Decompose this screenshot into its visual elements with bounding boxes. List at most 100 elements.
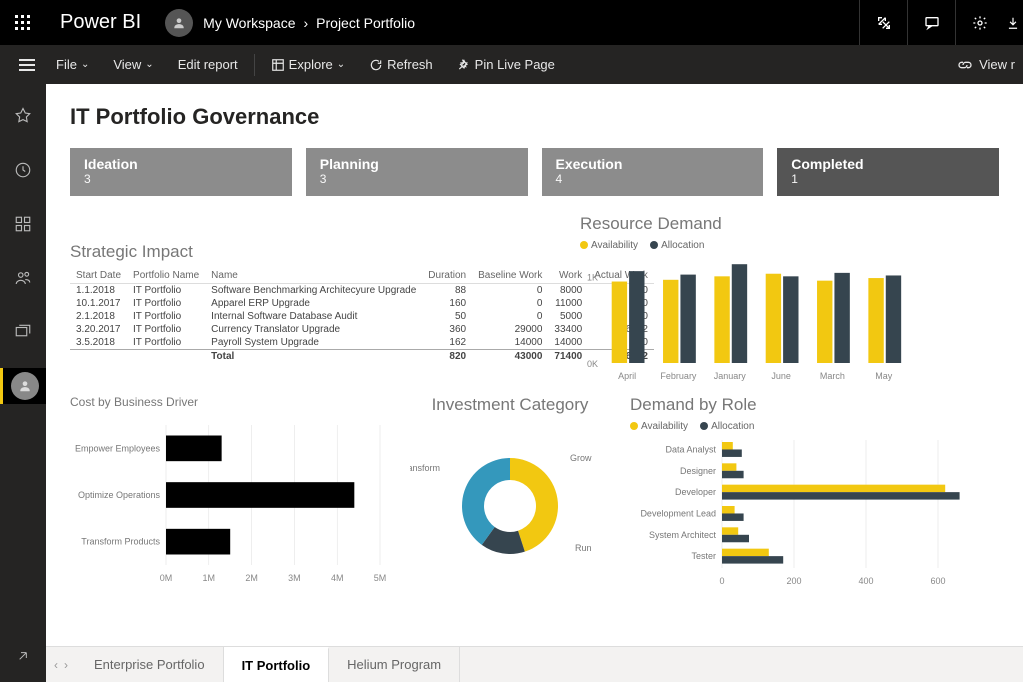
rail-workspaces[interactable]	[0, 314, 46, 350]
clock-icon	[14, 161, 32, 179]
svg-text:3M: 3M	[288, 573, 301, 583]
card-ideation[interactable]: Ideation3	[70, 148, 292, 196]
tab-helium-program[interactable]: Helium Program	[329, 647, 460, 682]
table-row[interactable]: 3.5.2018IT PortfolioPayroll System Upgra…	[70, 336, 654, 350]
kpi-cards-row: Ideation3 Planning3 Execution4 Completed…	[70, 148, 999, 196]
edit-report-button[interactable]: Edit report	[168, 45, 248, 84]
demand-role-legend: Availability Allocation	[630, 421, 999, 432]
apps-icon	[14, 215, 32, 233]
svg-text:Grow: Grow	[570, 453, 592, 463]
svg-text:0: 0	[719, 576, 724, 586]
svg-text:February: February	[660, 371, 697, 381]
page-title: IT Portfolio Governance	[70, 104, 999, 130]
fullscreen-button[interactable]	[859, 0, 907, 45]
table-row[interactable]: 10.1.2017IT PortfolioApparel ERP Upgrade…	[70, 297, 654, 310]
breadcrumb-workspace[interactable]: My Workspace	[203, 15, 295, 31]
file-menu[interactable]: File⌄	[46, 45, 99, 84]
svg-text:400: 400	[858, 576, 873, 586]
nav-toggle-button[interactable]	[12, 59, 42, 71]
chevron-down-icon: ⌄	[145, 59, 153, 70]
svg-text:Transform: Transform	[410, 463, 440, 473]
people-icon	[14, 269, 32, 287]
svg-text:January: January	[714, 371, 747, 381]
svg-text:May: May	[875, 371, 893, 381]
hamburger-icon	[19, 59, 35, 71]
tab-enterprise-portfolio[interactable]: Enterprise Portfolio	[76, 647, 224, 682]
svg-text:Data Analyst: Data Analyst	[665, 444, 716, 454]
download-icon	[1006, 16, 1020, 30]
chevron-right-icon: ›	[303, 15, 308, 31]
brand-label: Power BI	[60, 11, 141, 34]
rail-getdata[interactable]	[0, 638, 46, 674]
investment-panel: Investment Category TransformGrowRun	[410, 395, 610, 586]
svg-text:1K: 1K	[587, 272, 598, 282]
explore-menu[interactable]: Explore⌄	[261, 45, 355, 84]
svg-text:2M: 2M	[245, 573, 258, 583]
svg-text:March: March	[820, 371, 845, 381]
waffle-icon	[15, 15, 31, 31]
cost-bd-panel: Cost by Business Driver 0M1M2M3M4M5MEmpo…	[70, 395, 390, 586]
svg-text:System Architect: System Architect	[649, 530, 717, 540]
settings-button[interactable]	[955, 0, 1003, 45]
chevron-down-icon: ⌄	[337, 59, 345, 70]
resource-demand-panel: Resource Demand Availability Allocation …	[580, 214, 999, 385]
workspace-avatar[interactable]	[165, 9, 193, 37]
svg-text:Tester: Tester	[691, 551, 716, 561]
refresh-button[interactable]: Refresh	[359, 45, 443, 84]
svg-text:Transform Products: Transform Products	[81, 537, 160, 547]
rail-shared[interactable]	[0, 260, 46, 296]
star-icon	[14, 107, 32, 125]
table-row[interactable]: 3.20.2017IT PortfolioCurrency Translator…	[70, 323, 654, 336]
person-icon	[172, 16, 186, 30]
rail-favorites[interactable]	[0, 98, 46, 134]
gear-icon	[972, 15, 988, 31]
card-execution[interactable]: Execution4	[542, 148, 764, 196]
tab-nav-arrows[interactable]: ‹›	[46, 647, 76, 682]
tab-it-portfolio[interactable]: IT Portfolio	[224, 647, 330, 682]
table-total-row: Total82043000714006012	[70, 350, 654, 364]
app-launcher-button[interactable]	[0, 0, 46, 45]
svg-text:Run: Run	[575, 543, 592, 553]
view-menu[interactable]: View⌄	[103, 45, 163, 84]
separator	[254, 54, 255, 76]
table-icon	[271, 58, 285, 72]
pin-icon	[457, 58, 471, 72]
stack-icon	[14, 323, 32, 341]
rail-recent[interactable]	[0, 152, 46, 188]
table-row[interactable]: 2.1.2018IT PortfolioInternal Software Da…	[70, 310, 654, 323]
download-button[interactable]	[1003, 0, 1023, 45]
refresh-icon	[369, 58, 383, 72]
resource-demand-chart[interactable]: 0K1KAprilFebruaryJanuaryJuneMarchMay	[580, 255, 920, 385]
breadcrumb-report[interactable]: Project Portfolio	[316, 15, 415, 31]
investment-chart[interactable]: Transform Grow Run	[410, 421, 610, 581]
view-related-button[interactable]: View r	[979, 57, 1015, 72]
chevron-right-icon: ›	[64, 658, 68, 672]
card-completed[interactable]: Completed1	[777, 148, 999, 196]
resource-demand-title: Resource Demand	[580, 214, 999, 234]
svg-text:June: June	[771, 371, 791, 381]
svg-text:Development Lead: Development Lead	[640, 508, 716, 518]
chevron-left-icon: ‹	[54, 658, 58, 672]
pin-live-page-button[interactable]: Pin Live Page	[447, 45, 565, 84]
cost-bd-chart[interactable]: 0M1M2M3M4M5MEmpower EmployeesOptimize Op…	[70, 415, 390, 585]
svg-text:4M: 4M	[331, 573, 344, 583]
svg-text:0M: 0M	[160, 573, 173, 583]
demand-role-panel: Demand by Role Availability Allocation 0…	[630, 395, 999, 586]
comments-button[interactable]	[907, 0, 955, 45]
page-tabs: ‹› Enterprise Portfolio IT Portfolio Hel…	[46, 646, 1023, 682]
demand-role-title: Demand by Role	[630, 395, 999, 415]
rail-my-workspace[interactable]	[0, 368, 46, 404]
table-row[interactable]: 1.1.2018IT PortfolioSoftware Benchmarkin…	[70, 284, 654, 298]
report-canvas: IT Portfolio Governance Ideation3 Planni…	[46, 84, 1023, 682]
rail-apps[interactable]	[0, 206, 46, 242]
breadcrumb: My Workspace › Project Portfolio	[203, 15, 415, 31]
link-icon	[957, 59, 973, 71]
strategic-impact-table[interactable]: Start DatePortfolio NameNameDurationBase…	[70, 268, 654, 363]
svg-text:1M: 1M	[203, 573, 216, 583]
card-planning[interactable]: Planning3	[306, 148, 528, 196]
svg-text:April: April	[618, 371, 636, 381]
chevron-down-icon: ⌄	[81, 59, 89, 70]
svg-text:Empower Employees: Empower Employees	[75, 443, 161, 453]
demand-role-chart[interactable]: 0200400600Data AnalystDesignerDeveloperD…	[630, 436, 980, 586]
arrow-out-icon	[15, 648, 31, 664]
